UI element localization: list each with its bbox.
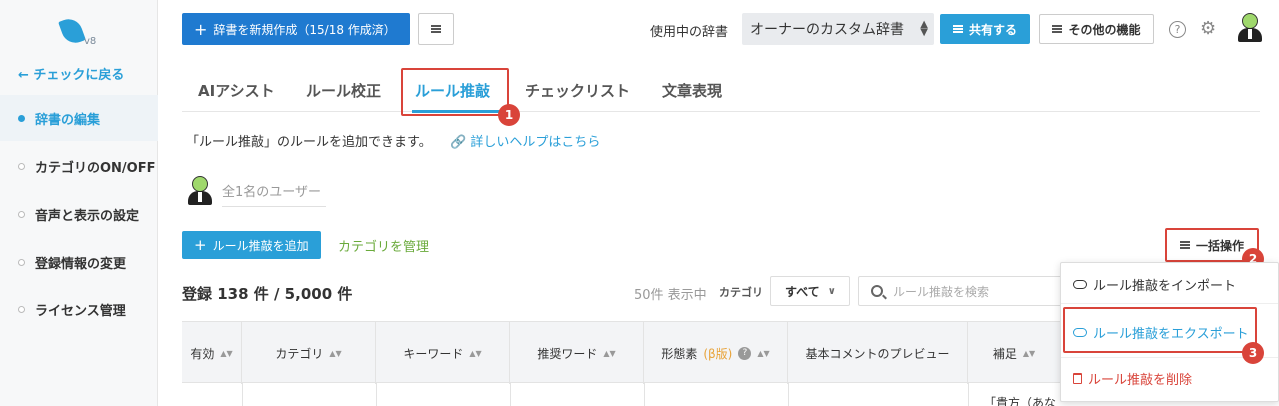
help-link[interactable]: 🔗 詳しいヘルプはこちら — [450, 131, 600, 150]
column-header-enabled[interactable]: 有効 ▲▼ — [182, 322, 242, 384]
help-link-label: 詳しいヘルプはこちら — [470, 135, 601, 150]
highlight-box-export — [1063, 307, 1257, 353]
leaf-logo-icon — [58, 15, 86, 47]
sort-icon: ▲▼ — [469, 348, 482, 358]
category-filter-value: すべて — [785, 284, 820, 299]
column-divider — [376, 383, 377, 406]
sidebar: v8 ← チェックに戻る 辞書の編集 カテゴリのON/OFF 音声と表示の設定 … — [0, 0, 158, 406]
sidebar-item-dictionary-edit[interactable]: 辞書の編集 — [0, 95, 158, 141]
dictionary-select[interactable]: オーナーのカスタム辞書 ▲ ▼ — [742, 13, 934, 45]
users-count[interactable]: 全1名のユーザー — [222, 181, 326, 207]
column-divider — [644, 383, 645, 406]
sidebar-item-label: 辞書の編集 — [35, 112, 101, 128]
plus-icon: + — [194, 19, 208, 39]
trash-icon — [1073, 373, 1082, 384]
tab-checklist[interactable]: チェックリスト — [525, 80, 630, 101]
menu-divider — [1061, 303, 1278, 304]
cloud-download-icon — [1073, 280, 1087, 289]
menu-item-import[interactable]: ルール推敲をインポート — [1073, 275, 1236, 294]
other-features-label: その他の機能 — [1068, 22, 1141, 37]
back-to-check-link[interactable]: ← チェックに戻る — [18, 64, 124, 83]
sort-icon: ▲▼ — [329, 348, 342, 358]
tab-writing-style[interactable]: 文章表現 — [662, 80, 722, 101]
registered-count: 登録 138 件 / 5,000 件 — [182, 285, 353, 303]
dot-icon — [18, 114, 25, 122]
share-label: 共有する — [968, 22, 1017, 37]
sidebar-item-label: カテゴリのON/OFF — [35, 160, 156, 176]
table-cell-notes: 「貴方（あな — [984, 396, 1057, 406]
column-header-comment-preview: 基本コメントのプレビュー — [788, 322, 968, 384]
new-dictionary-label: 辞書を新規作成（15/18 作成済） — [213, 22, 396, 37]
other-features-button[interactable]: その他の機能 — [1039, 14, 1154, 44]
column-divider — [968, 383, 969, 406]
search-input[interactable]: ルール推敲を検索 — [858, 276, 1062, 306]
category-filter-label: カテゴリ — [719, 286, 763, 299]
step-badge-1: 1 — [498, 104, 520, 126]
search-placeholder: ルール推敲を検索 — [893, 284, 990, 299]
category-filter-select[interactable]: すべて ∨ — [770, 276, 850, 306]
sort-icon: ▲▼ — [757, 348, 770, 358]
sidebar-item-label: 音声と表示の設定 — [35, 208, 140, 224]
column-header-notes[interactable]: 補足 ▲▼ — [968, 322, 1060, 384]
sort-icon: ▲▼ — [1022, 348, 1036, 358]
sort-icon: ▲▼ — [603, 348, 616, 358]
plus-icon: + — [194, 236, 207, 254]
column-header-morpheme[interactable]: 形態素 (β版) ? ▲▼ — [644, 322, 788, 384]
question-icon[interactable]: ? — [738, 346, 752, 360]
column-header-recommended[interactable]: 推奨ワード ▲▼ — [510, 322, 644, 384]
sidebar-item-license[interactable]: ライセンス管理 — [0, 286, 158, 332]
showing-count: 50件 表示中 — [634, 288, 707, 303]
users-avatar — [186, 176, 214, 206]
menu-item-label: ルール推敲をインポート — [1093, 279, 1237, 294]
new-dictionary-button[interactable]: + 辞書を新規作成（15/18 作成済） — [182, 13, 410, 45]
dot-icon — [18, 210, 25, 218]
sidebar-item-label: 登録情報の変更 — [35, 256, 127, 272]
dot-icon — [18, 162, 25, 170]
highlight-box-tab — [401, 68, 509, 116]
column-divider — [242, 383, 243, 406]
help-icon[interactable]: ? — [1169, 21, 1186, 38]
menu-icon — [1052, 25, 1063, 33]
dot-icon — [18, 305, 25, 313]
column-header-category[interactable]: カテゴリ ▲▼ — [242, 322, 376, 384]
menu-item-label: ルール推敲を削除 — [1088, 373, 1193, 388]
select-arrows-icon: ▲ ▼ — [920, 19, 928, 38]
sidebar-item-registration[interactable]: 登録情報の変更 — [0, 239, 158, 285]
tab-rule-proofread[interactable]: ルール校正 — [306, 80, 381, 101]
menu-icon — [952, 25, 963, 33]
chevron-down-icon: ∨ — [827, 285, 836, 297]
beta-label: (β版) — [703, 346, 733, 361]
table-header: 有効 ▲▼ カテゴリ ▲▼ キーワード ▲▼ 推奨ワード ▲▼ 形態素 (β版) ? ▲… — [182, 321, 1060, 384]
column-divider — [510, 383, 511, 406]
sidebar-item-voice-display[interactable]: 音声と表示の設定 — [0, 191, 158, 237]
dict-in-use-label: 使用中の辞書 — [650, 25, 729, 40]
share-button[interactable]: 共有する — [940, 14, 1030, 44]
sidebar-item-label: ライセンス管理 — [35, 303, 126, 319]
logo: v8 — [58, 15, 100, 50]
description-text: 「ルール推敲」のルールを追加できます。 — [186, 135, 432, 150]
version-label: v8 — [84, 36, 97, 47]
add-rule-button[interactable]: + ルール推敲を追加 — [182, 231, 321, 259]
dictionary-menu-button[interactable] — [418, 13, 454, 45]
tab-ai-assist[interactable]: AIアシスト — [198, 80, 275, 101]
search-icon — [871, 285, 883, 297]
menu-icon — [431, 25, 441, 33]
avatar[interactable] — [1236, 13, 1264, 43]
add-rule-label: ルール推敲を追加 — [212, 238, 309, 253]
column-divider — [788, 383, 789, 406]
sidebar-item-category-onoff[interactable]: カテゴリのON/OFF — [0, 143, 158, 189]
sort-icon: ▲▼ — [220, 348, 233, 358]
column-header-keyword[interactable]: キーワード ▲▼ — [376, 322, 510, 384]
link-icon: 🔗 — [450, 135, 467, 150]
dictionary-select-value: オーナーのカスタム辞書 — [750, 22, 904, 38]
app: v8 ← チェックに戻る 辞書の編集 カテゴリのON/OFF 音声と表示の設定 … — [0, 0, 1279, 406]
step-badge-3: 3 — [1242, 342, 1264, 364]
manage-categories-link[interactable]: カテゴリを管理 — [338, 236, 429, 255]
dot-icon — [18, 258, 25, 266]
menu-item-delete[interactable]: ルール推敲を削除 — [1073, 369, 1192, 388]
gear-icon[interactable]: ⚙ — [1200, 19, 1220, 39]
